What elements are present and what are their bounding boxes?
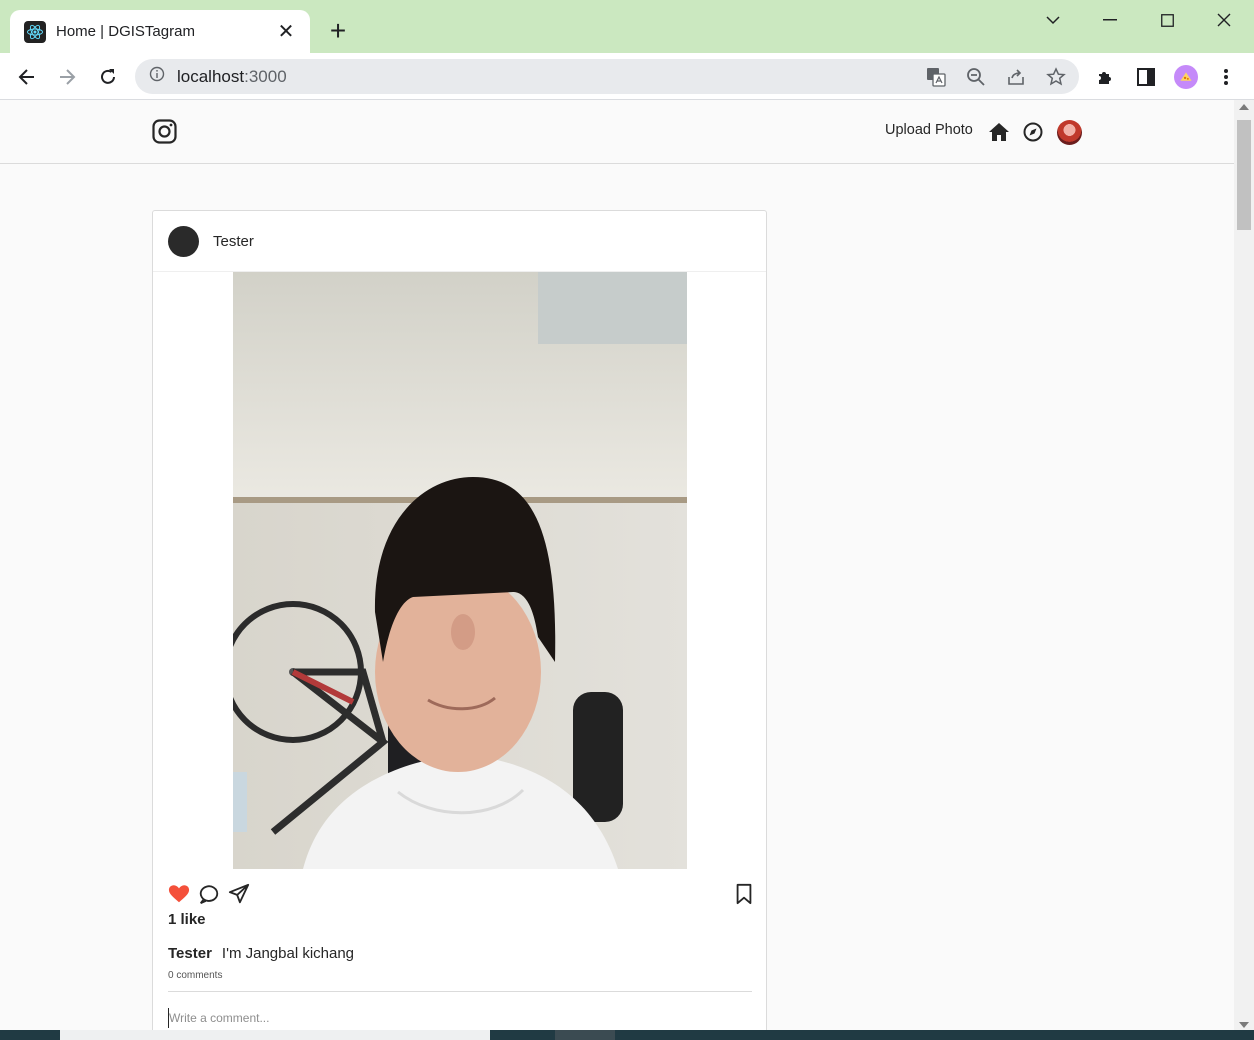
post-card: Tester 1 like Tester I'm Jangbal kichang… xyxy=(152,210,767,1030)
back-icon[interactable] xyxy=(13,63,41,91)
window-close-icon[interactable] xyxy=(1204,8,1244,32)
home-icon[interactable] xyxy=(988,121,1010,143)
comments-count[interactable]: 0 comments xyxy=(168,970,222,981)
info-icon[interactable] xyxy=(149,66,165,87)
address-bar[interactable]: localhost:3000 xyxy=(135,59,1079,94)
react-favicon-icon xyxy=(24,20,46,43)
os-taskbar xyxy=(0,1030,1254,1040)
divider xyxy=(168,991,752,992)
maximize-icon[interactable] xyxy=(1147,8,1187,32)
side-panel-icon[interactable] xyxy=(1134,65,1158,89)
post-username[interactable]: Tester xyxy=(213,233,254,250)
post-actions xyxy=(168,883,752,907)
send-icon[interactable] xyxy=(228,883,250,905)
page-scrollbar[interactable] xyxy=(1234,100,1254,1030)
scroll-down-arrow-icon[interactable] xyxy=(1239,1022,1249,1028)
zoom-out-icon[interactable] xyxy=(965,67,987,87)
scroll-up-arrow-icon[interactable] xyxy=(1239,104,1249,110)
minimize-icon[interactable] xyxy=(1090,8,1130,32)
url-text: localhost:3000 xyxy=(177,66,287,86)
bookmark-star-icon[interactable] xyxy=(1045,67,1067,87)
reload-icon[interactable] xyxy=(94,63,122,91)
page-content: Upload Photo Tester 1 like Tester I'm Ja… xyxy=(0,100,1234,1030)
tab-title: Home | DGISTagram xyxy=(56,23,195,40)
tab-search-icon[interactable] xyxy=(1033,8,1073,32)
caption-text: I'm Jangbal kichang xyxy=(221,945,355,962)
translate-icon[interactable] xyxy=(925,67,947,87)
taskbar-item[interactable] xyxy=(555,1030,615,1040)
scroll-thumb[interactable] xyxy=(1237,120,1251,230)
post-header: Tester xyxy=(153,211,766,272)
forward-icon[interactable] xyxy=(53,63,81,91)
close-tab-icon[interactable]: ✕ xyxy=(276,22,296,42)
profile-avatar-icon[interactable] xyxy=(1174,65,1198,89)
browser-toolbar: localhost:3000 xyxy=(0,53,1254,100)
comment-input[interactable] xyxy=(168,1008,752,1028)
bookmark-icon[interactable] xyxy=(734,883,756,905)
heart-icon[interactable] xyxy=(168,883,190,905)
likes-count: 1 like xyxy=(168,911,206,928)
browser-menu-icon[interactable] xyxy=(1214,65,1238,89)
extensions-icon[interactable] xyxy=(1094,65,1118,89)
browser-tab[interactable]: Home | DGISTagram ✕ xyxy=(10,10,310,53)
compass-icon[interactable] xyxy=(1023,122,1043,142)
comment-icon[interactable] xyxy=(198,883,220,905)
post-avatar[interactable] xyxy=(168,226,199,257)
upload-photo-link[interactable]: Upload Photo xyxy=(885,122,973,138)
share-page-icon[interactable] xyxy=(1005,67,1027,87)
caption-username[interactable]: Tester xyxy=(168,945,212,962)
taskbar-item[interactable] xyxy=(60,1030,490,1040)
post-photo xyxy=(233,272,687,869)
tab-strip: Home | DGISTagram ✕ + xyxy=(0,0,1254,53)
instagram-icon[interactable] xyxy=(152,119,177,144)
app-header: Upload Photo xyxy=(0,100,1234,164)
new-tab-button[interactable]: + xyxy=(325,17,351,45)
profile-avatar[interactable] xyxy=(1057,120,1082,145)
post-caption: Tester I'm Jangbal kichang xyxy=(168,945,354,962)
